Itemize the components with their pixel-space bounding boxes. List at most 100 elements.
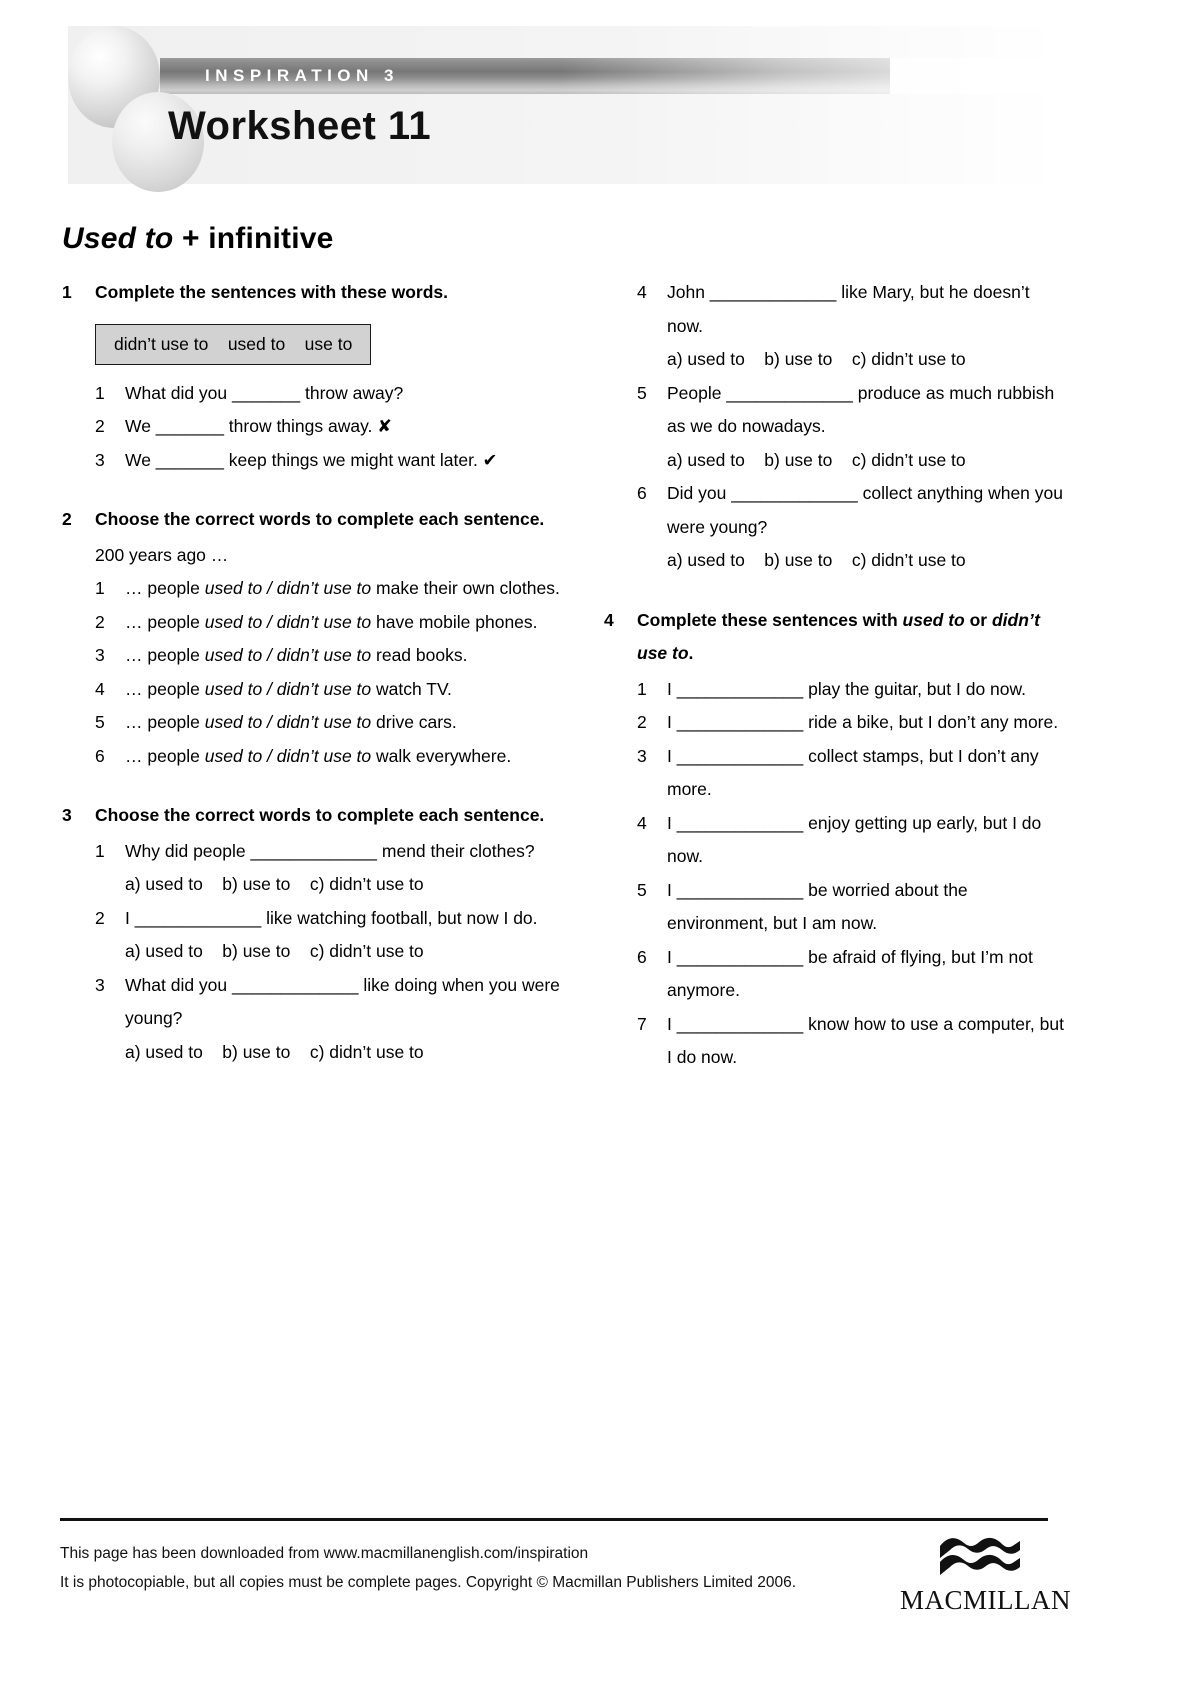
item-number: 7 xyxy=(637,1013,647,1034)
item-options[interactable]: a) used to b) use to c) didn’t use to xyxy=(125,935,562,969)
item-text[interactable]: We _______ throw things away. ✘ xyxy=(125,410,562,444)
item-text[interactable]: … people used to / didn’t use to make th… xyxy=(125,572,562,606)
item-choice[interactable]: used to / didn’t use to xyxy=(205,578,371,598)
exercise-2-heading: 2 Choose the correct words to complete e… xyxy=(62,503,562,537)
list-item: 6 … people used to / didn’t use to walk … xyxy=(95,740,562,774)
word-box: didn’t use to used to use to xyxy=(95,323,372,365)
item-number: 5 xyxy=(95,712,105,732)
exercise-2-number: 2 xyxy=(62,509,72,529)
item-text[interactable]: John _____________ like Mary, but he doe… xyxy=(667,276,1064,343)
item-text-pre: … people xyxy=(125,678,205,699)
exercise-2-lead: 200 years ago … xyxy=(95,544,229,565)
page-header: INSPIRATION 3 Worksheet 11 xyxy=(0,0,1190,200)
list-item: 1 … people used to / didn’t use to make … xyxy=(95,572,562,606)
exercise-4: 4 Complete these sentences with used to … xyxy=(604,604,1064,1075)
item-text[interactable]: I _____________ play the guitar, but I d… xyxy=(667,673,1064,707)
item-text-post: read books. xyxy=(371,645,468,665)
item-options[interactable]: a) used to b) use to c) didn’t use to xyxy=(125,1036,562,1070)
item-text-pre: … people xyxy=(125,745,205,766)
page-title-italic: Used to xyxy=(62,222,174,255)
item-number: 4 xyxy=(637,282,647,302)
item-text-pre: … people xyxy=(125,578,205,598)
series-label: INSPIRATION 3 xyxy=(205,66,399,85)
list-item: 2 I _____________ ride a bike, but I don… xyxy=(637,706,1064,740)
worksheet-title: Worksheet 11 xyxy=(168,104,432,148)
page-title: Used to + infinitive xyxy=(62,222,334,256)
item-number: 3 xyxy=(95,645,105,665)
item-options[interactable]: a) used to b) use to c) didn’t use to xyxy=(667,343,1064,377)
item-text[interactable]: We _______ keep things we might want lat… xyxy=(125,444,562,478)
macmillan-wave-icon xyxy=(940,1537,1020,1575)
item-number: 1 xyxy=(95,840,105,861)
item-number: 2 xyxy=(95,416,105,436)
right-column: 4 John _____________ like Mary, but he d… xyxy=(604,276,1064,1075)
left-column: 1 Complete the sentences with these word… xyxy=(62,276,562,1069)
item-number: 1 xyxy=(95,382,105,403)
item-text[interactable]: … people used to / didn’t use to drive c… xyxy=(125,706,562,740)
item-text[interactable]: What did you _____________ like doing wh… xyxy=(125,969,562,1036)
item-text[interactable]: I _____________ like watching football, … xyxy=(125,902,562,936)
item-options[interactable]: a) used to b) use to c) didn’t use to xyxy=(667,444,1064,478)
exercise-3-items-right: 4 John _____________ like Mary, but he d… xyxy=(604,276,1064,578)
series-banner-fade xyxy=(560,58,1060,94)
item-text[interactable]: I _____________ collect stamps, but I do… xyxy=(667,740,1064,807)
item-text[interactable]: I _____________ be worried about the env… xyxy=(667,874,1064,941)
list-item: 6 I _____________ be afraid of flying, b… xyxy=(637,941,1064,1008)
list-item: 2 … people used to / didn’t use to have … xyxy=(95,606,562,640)
item-text[interactable]: People _____________ produce as much rub… xyxy=(667,377,1064,444)
item-text-post: make their own clothes. xyxy=(371,578,560,598)
item-text[interactable]: … people used to / didn’t use to watch T… xyxy=(125,673,562,707)
exercise-1-heading: 1 Complete the sentences with these word… xyxy=(62,276,562,310)
item-number: 3 xyxy=(95,449,105,470)
list-item: 6 Did you _____________ collect anything… xyxy=(637,477,1064,544)
list-item: 4 John _____________ like Mary, but he d… xyxy=(637,276,1064,343)
item-text[interactable]: I _____________ ride a bike, but I don’t… xyxy=(667,706,1064,740)
list-item: 1 I _____________ play the guitar, but I… xyxy=(637,673,1064,707)
list-item: 5 … people used to / didn’t use to drive… xyxy=(95,706,562,740)
item-text[interactable]: I _____________ know how to use a comput… xyxy=(667,1008,1064,1075)
macmillan-wordmark: MACMILLAN xyxy=(900,1585,1071,1615)
list-item: 3 … people used to / didn’t use to read … xyxy=(95,639,562,673)
item-options[interactable]: a) used to b) use to c) didn’t use to xyxy=(125,868,562,902)
item-number: 6 xyxy=(637,946,647,967)
item-text[interactable]: Did you _____________ collect anything w… xyxy=(667,477,1064,544)
list-item: 4 I _____________ enjoy getting up early… xyxy=(637,807,1064,874)
item-text[interactable]: … people used to / didn’t use to walk ev… xyxy=(125,740,562,774)
item-text[interactable]: … people used to / didn’t use to read bo… xyxy=(125,639,562,673)
item-text[interactable]: Why did people _____________ mend their … xyxy=(125,835,562,869)
list-item: 1 Why did people _____________ mend thei… xyxy=(95,835,562,869)
item-text[interactable]: I _____________ be afraid of flying, but… xyxy=(667,941,1064,1008)
exercise-2-title: Choose the correct words to complete eac… xyxy=(95,509,545,529)
item-text[interactable]: … people used to / didn’t use to have mo… xyxy=(125,606,562,640)
item-number: 2 xyxy=(95,907,105,928)
item-number: 3 xyxy=(637,745,647,766)
item-choice[interactable]: used to / didn’t use to xyxy=(205,612,371,632)
item-text[interactable]: What did you _______ throw away? xyxy=(125,377,562,411)
item-number: 2 xyxy=(637,712,647,732)
item-choice[interactable]: used to / didn’t use to xyxy=(205,679,371,699)
exercise-4-title: Complete these sentences with used to or… xyxy=(637,604,1064,671)
macmillan-logo: MACMILLAN xyxy=(900,1534,1071,1615)
item-number: 5 xyxy=(637,879,647,900)
page-title-rest: + infinitive xyxy=(173,222,334,255)
item-text-post: have mobile phones. xyxy=(371,611,538,632)
item-number: 1 xyxy=(95,578,105,598)
footer-divider xyxy=(60,1518,1048,1521)
item-choice[interactable]: used to / didn’t use to xyxy=(205,712,371,732)
footer-line-2: It is photocopiable, but all copies must… xyxy=(60,1574,797,1591)
list-item: 7 I _____________ know how to use a comp… xyxy=(637,1008,1064,1075)
exercise-3-title: Choose the correct words to complete eac… xyxy=(95,805,545,825)
exercise-1-title: Complete the sentences with these words. xyxy=(95,282,448,302)
list-item: 3 What did you _____________ like doing … xyxy=(95,969,562,1036)
item-text-post: watch TV. xyxy=(371,678,452,699)
list-item: 3 I _____________ collect stamps, but I … xyxy=(637,740,1064,807)
item-choice[interactable]: used to / didn’t use to xyxy=(205,645,371,665)
item-text[interactable]: I _____________ enjoy getting up early, … xyxy=(667,807,1064,874)
item-choice[interactable]: used to / didn’t use to xyxy=(205,746,371,766)
item-options[interactable]: a) used to b) use to c) didn’t use to xyxy=(667,544,1064,578)
item-number: 6 xyxy=(95,745,105,766)
item-number: 4 xyxy=(637,812,647,833)
